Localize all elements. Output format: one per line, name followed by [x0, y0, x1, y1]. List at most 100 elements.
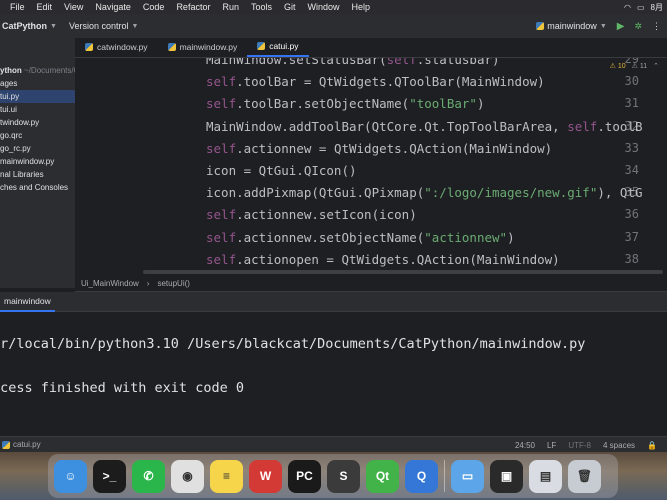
project-tree-item[interactable]: tui.py: [0, 90, 75, 103]
editor-tab[interactable]: mainwindow.py: [158, 37, 248, 57]
python-file-icon: [536, 22, 545, 30]
chrome-icon[interactable]: ◉: [171, 459, 204, 493]
project-tree-item[interactable]: mainwindow.py: [0, 155, 75, 168]
line-number: 36: [624, 207, 639, 222]
editor-tab-label: catwindow.py: [97, 42, 148, 52]
code-token: self: [206, 207, 237, 223]
editor-tab-label: catui.py: [269, 41, 299, 51]
version-control-selector[interactable]: Version control ▼: [69, 21, 138, 31]
debug-icon[interactable]: ✲: [634, 21, 642, 32]
menu-edit[interactable]: Edit: [31, 2, 59, 12]
project-tree-item[interactable]: ages: [0, 77, 75, 90]
code-line: MainWindow.setStatusBar(self.statusbar): [206, 58, 500, 67]
menu-refactor[interactable]: Refactor: [170, 2, 216, 12]
wechat-icon[interactable]: ✆: [132, 459, 165, 493]
ide-toolbar: CatPython ▼ Version control ▼ mainwindow…: [0, 14, 667, 38]
terminal-icon[interactable]: >_: [93, 459, 126, 493]
breadcrumb-class[interactable]: Ui_MainWindow: [81, 279, 139, 288]
code-line: MainWindow.addToolBar(QtCore.Qt.TopToolB…: [206, 119, 643, 134]
statusbar-file[interactable]: catui.py: [0, 440, 41, 449]
line-number: 34: [624, 163, 639, 177]
macos-dock: ☺ >_ ✆ ◉ ≡ W PC S Qt Q ▭ ▣ ▤ 🗑: [48, 454, 618, 498]
trash-icon[interactable]: 🗑: [568, 459, 601, 493]
run-config-selector[interactable]: mainwindow ▼: [536, 21, 607, 31]
pycharm-icon[interactable]: PC: [288, 459, 321, 493]
code-token: ): [507, 229, 515, 245]
line-number: 33: [624, 140, 639, 155]
menu-run[interactable]: Run: [216, 2, 245, 12]
notes-icon[interactable]: ≡: [210, 459, 243, 493]
chevron-down-icon: ▼: [131, 22, 139, 30]
run-console[interactable]: sr/local/bin/python3.10 /Users/blackcat/…: [0, 312, 667, 436]
editor-tab[interactable]: catui.py: [247, 37, 309, 57]
statusbar-file-label: catui.py: [13, 440, 41, 449]
python-file-icon: [257, 42, 266, 50]
lock-icon[interactable]: 🔒: [647, 441, 657, 450]
battery-icon[interactable]: ▭: [637, 3, 645, 12]
run-config-label: mainwindow: [547, 21, 597, 31]
code-token: MainWindow.setStatusBar(: [206, 58, 387, 67]
quicktime-icon[interactable]: Q: [405, 459, 438, 493]
window-icon[interactable]: ▤: [529, 459, 562, 493]
horizontal-scrollbar[interactable]: [143, 270, 663, 274]
code-token: ): [476, 96, 485, 112]
editor-tab-label: mainwindow.py: [179, 42, 238, 52]
wps-icon[interactable]: W: [249, 459, 282, 493]
run-icon[interactable]: ▶: [617, 21, 625, 32]
python-file-icon: [2, 440, 10, 449]
line-number: 31: [624, 96, 639, 111]
code-token: "toolBar": [409, 96, 477, 112]
line-number: 37: [624, 229, 639, 244]
project-tool-window: ython ~/Documents/C ages tui.py tui.ui twin…: [0, 38, 75, 288]
code-token: .actionnew.setObjectName(: [236, 229, 425, 245]
caret-position[interactable]: 24:50: [515, 441, 535, 450]
folder-icon[interactable]: ▭: [451, 459, 484, 493]
project-root[interactable]: ython ~/Documents/C: [0, 64, 75, 77]
menu-code[interactable]: Code: [137, 2, 171, 12]
menu-file[interactable]: File: [4, 2, 31, 12]
project-tree-item[interactable]: go.qrc: [0, 129, 75, 142]
menu-view[interactable]: View: [58, 2, 89, 12]
code-token: MainWindow.addToolBar(QtCore.Qt.TopToolB…: [206, 118, 568, 134]
project-tree-item[interactable]: nal Libraries: [0, 168, 75, 181]
code-token: ), QtG: [597, 185, 643, 201]
wifi-icon[interactable]: ◠: [624, 3, 631, 12]
indent-setting[interactable]: 4 spaces: [603, 441, 635, 450]
warning-count: ⚠ 10: [609, 63, 626, 70]
menu-navigate[interactable]: Navigate: [89, 2, 137, 12]
code-token: "actionnew": [424, 229, 508, 245]
line-separator[interactable]: LF: [547, 441, 556, 450]
run-tab-label: mainwindow: [4, 295, 51, 306]
breadcrumb-method[interactable]: setupUi(): [157, 279, 189, 288]
code-token: .actionnew = QtWidgets.QAction(MainWindo…: [236, 140, 553, 156]
menu-tools[interactable]: Tools: [245, 2, 278, 12]
menu-git[interactable]: Git: [278, 2, 302, 12]
project-tree-item[interactable]: twindow.py: [0, 116, 75, 129]
screen-icon[interactable]: ▣: [490, 459, 523, 493]
editor-tab[interactable]: catwindow.py: [75, 37, 158, 57]
project-selector[interactable]: CatPython ▼: [0, 21, 57, 31]
version-control-label: Version control: [68, 21, 129, 31]
more-icon[interactable]: ⋮: [652, 21, 661, 32]
line-number: 30: [624, 74, 639, 89]
menu-window[interactable]: Window: [302, 2, 346, 12]
finder-icon[interactable]: ☺: [54, 459, 87, 493]
code-token: .toolBar.setObjectName(: [236, 96, 410, 112]
code-line: icon = QtGui.QIcon(): [206, 163, 357, 178]
project-tree-item[interactable]: tui.ui: [0, 103, 75, 116]
code-editor[interactable]: ⚠ 10 ⚠ 11 ⌃ 29 MainWindow.setStatusBar(se…: [75, 58, 667, 276]
qt-icon[interactable]: Qt: [366, 459, 399, 493]
sublime-icon[interactable]: S: [327, 459, 360, 493]
line-number: 29: [624, 58, 639, 66]
code-token: .toolB: [597, 118, 643, 134]
code-token: self: [206, 74, 237, 90]
project-tree-item[interactable]: ches and Consoles: [0, 181, 75, 194]
run-tab[interactable]: mainwindow: [0, 292, 55, 312]
code-token: .statusbar): [416, 58, 500, 67]
file-encoding[interactable]: UTF-8: [568, 441, 591, 450]
code-token: self: [386, 58, 417, 67]
menu-clock[interactable]: 8月: [651, 2, 663, 13]
menu-help[interactable]: Help: [346, 2, 377, 12]
project-tree-item[interactable]: go_rc.py: [0, 142, 75, 155]
chevron-up-icon[interactable]: ⌃: [653, 62, 659, 70]
